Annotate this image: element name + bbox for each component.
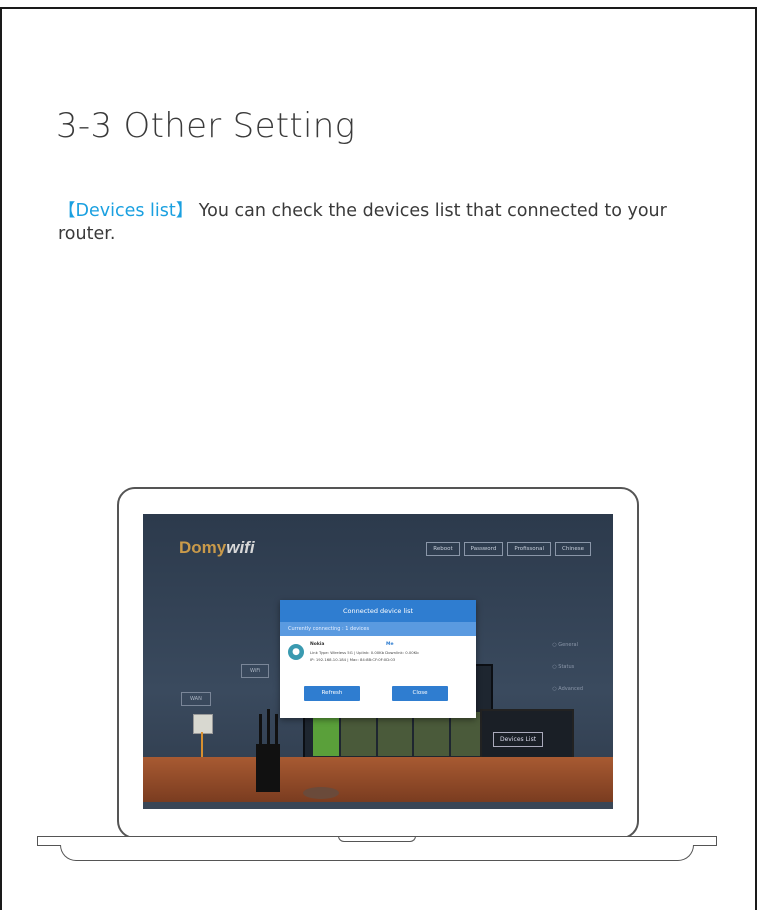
wall-socket-icon	[193, 714, 213, 734]
device-row: ● Nokia Me Link Type: Wireless 5G | Upli…	[286, 640, 470, 670]
devices-list-tag: 【Devices list】	[58, 201, 194, 221]
router-antenna-icon	[267, 709, 270, 746]
device-name: Nokia	[310, 642, 325, 647]
apple-device-icon: ●	[288, 644, 304, 660]
nav-professional-button[interactable]: Profissonal	[507, 542, 552, 556]
nav-reboot-button[interactable]: Reboot	[426, 542, 460, 556]
floor-strip	[143, 802, 613, 809]
laptop-screen: Domywifi Reboot Password Profissonal Chi…	[143, 514, 613, 809]
wan-label: WAN	[181, 692, 211, 706]
device-tag: Me	[386, 642, 394, 647]
nav-language-button[interactable]: Chinese	[555, 542, 591, 556]
section-heading: 3-3 Other Setting	[56, 106, 356, 146]
side-menu-general[interactable]: General	[552, 634, 583, 656]
side-menu: General Status Advanced	[552, 634, 583, 700]
connected-device-dialog: Connected device list Currently connecti…	[280, 600, 476, 718]
device-ip-info: IP: 192.168.10.184 | Mac: 84:8B:CF:0F:0D…	[310, 657, 396, 662]
devices-list-button[interactable]: Devices List	[493, 732, 544, 747]
refresh-button[interactable]: Refresh	[304, 686, 360, 701]
wifi-label: WiFi	[241, 664, 270, 678]
desk-illustration	[143, 757, 613, 802]
router-antenna-icon	[275, 714, 278, 746]
device-link-info: Link Type: Wireless 5G | Uplink: 0.00Kb …	[310, 650, 419, 655]
side-menu-status[interactable]: Status	[552, 656, 583, 678]
nav-password-button[interactable]: Password	[463, 542, 504, 556]
dialog-subtitle: Currently connecting : 1 devices	[280, 622, 476, 636]
top-navigation: Reboot Password Profissonal Chinese	[426, 542, 591, 556]
mouse-illustration	[303, 787, 339, 799]
router-antenna-icon	[259, 714, 262, 746]
side-menu-advanced[interactable]: Advanced	[552, 678, 583, 700]
laptop-notch	[338, 836, 416, 842]
laptop-base-bottom	[60, 845, 694, 861]
close-button[interactable]: Close	[392, 686, 448, 701]
intro-paragraph: 【Devices list】 You can check the devices…	[58, 200, 678, 246]
dialog-title: Connected device list	[280, 600, 476, 622]
domywifi-logo: Domywifi	[179, 538, 255, 557]
router-icon	[256, 744, 280, 792]
